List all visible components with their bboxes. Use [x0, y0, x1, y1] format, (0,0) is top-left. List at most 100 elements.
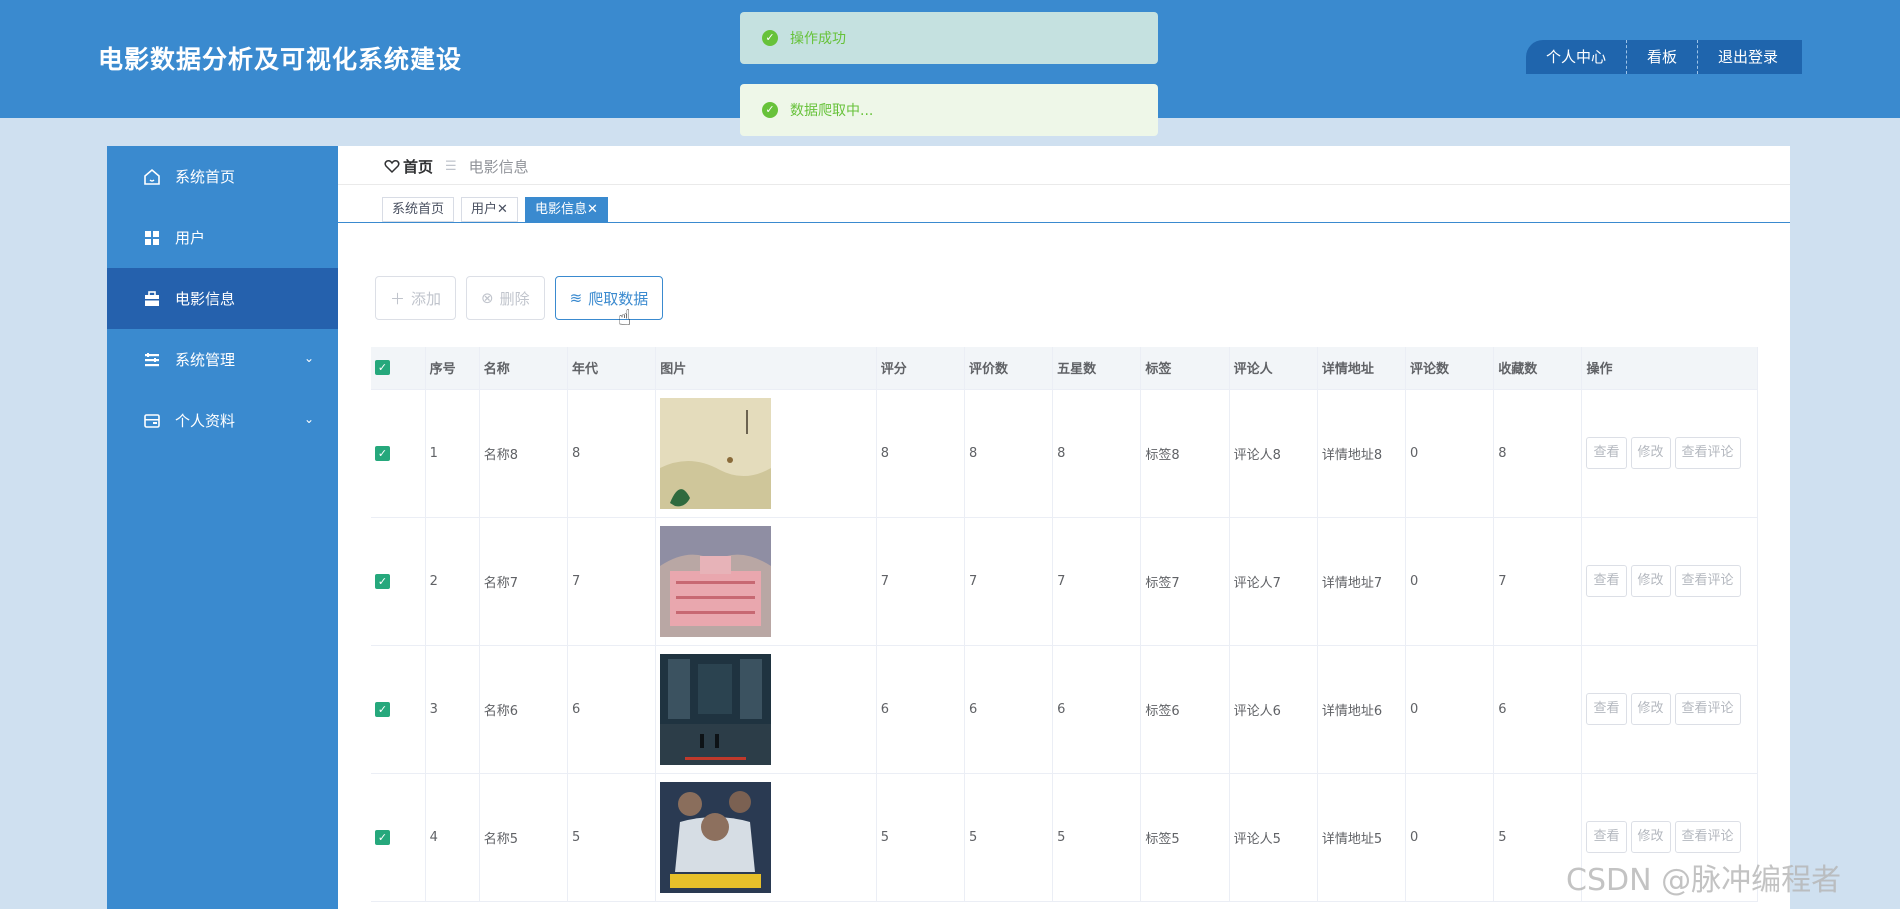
cell-actions: 查看 修改 查看评论	[1581, 389, 1758, 518]
toast-loading: ✓ 数据爬取中...	[740, 84, 1158, 136]
sidebar-item-label: 电影信息	[175, 290, 236, 308]
column-header: 名称	[479, 347, 568, 390]
table-row: ✓ 4 名称5 5 5 5 5 标签5 评论人5 详情地址5 0 5 查看 修改…	[371, 773, 1758, 902]
cell-comments: 0	[1405, 773, 1495, 902]
row-checkbox[interactable]: ✓	[375, 445, 390, 461]
delete-button[interactable]: ⊗ 删除	[466, 276, 545, 320]
table-row: ✓ 1 名称8 8 8 8 8 标签8 评论人8 详情地址8 0 8 查看 修改…	[371, 389, 1758, 518]
hand-cursor-icon: ☝	[618, 306, 632, 331]
crawl-data-button[interactable]: ≋ 爬取数据	[554, 276, 664, 320]
sidebar-item-users[interactable]: 用户	[107, 207, 338, 268]
view-button[interactable]: 查看	[1586, 437, 1627, 469]
table-row: ✓ 2 名称7 7 7 7 7 标签7 评论人7 详情地址7 0 7 查看 修改…	[371, 517, 1758, 646]
row-checkbox[interactable]: ✓	[375, 701, 390, 717]
tab-bar: 系统首页 用户✕ 电影信息✕	[382, 197, 608, 222]
close-icon[interactable]: ✕	[497, 202, 508, 217]
cell-reviewer: 评论人6	[1229, 645, 1318, 774]
edit-button[interactable]: 修改	[1630, 821, 1671, 853]
cell-reviewer: 评论人5	[1229, 773, 1318, 902]
nav-profile-button[interactable]: 个人中心	[1526, 40, 1628, 74]
tab-label: 系统首页	[392, 202, 445, 217]
page-background	[1790, 222, 1900, 909]
cell-tag: 标签8	[1140, 389, 1230, 518]
cell-actions: 查看 修改 查看评论	[1581, 645, 1758, 774]
sidebar: 系统首页 用户 电影信息 系统管理 ⌄ 个人资料 ⌄	[107, 146, 338, 909]
heart-icon	[384, 160, 400, 174]
column-header: 标签	[1140, 347, 1230, 390]
view-comments-button[interactable]: 查看评论	[1674, 821, 1741, 853]
edit-button[interactable]: 修改	[1630, 693, 1671, 725]
cell-five-star: 8	[1052, 389, 1142, 518]
cell-name: 名称5	[479, 773, 568, 902]
edit-button[interactable]: 修改	[1630, 565, 1671, 597]
view-comments-button[interactable]: 查看评论	[1674, 565, 1741, 597]
tab-home[interactable]: 系统首页	[382, 197, 455, 222]
check-circle-icon: ✓	[762, 30, 778, 46]
cell-poster	[655, 645, 877, 774]
view-button[interactable]: 查看	[1586, 693, 1627, 725]
cell-score: 7	[876, 517, 965, 646]
breadcrumb-home[interactable]: 首页	[384, 156, 433, 177]
edit-button[interactable]: 修改	[1630, 437, 1671, 469]
column-header: 五星数	[1052, 347, 1142, 390]
sidebar-item-system[interactable]: 系统管理 ⌄	[107, 329, 338, 390]
row-checkbox-cell[interactable]: ✓	[371, 645, 426, 774]
movie-poster-image	[660, 781, 772, 893]
close-icon[interactable]: ✕	[587, 202, 598, 217]
briefcase-icon	[141, 288, 163, 310]
cell-tag: 标签7	[1140, 517, 1230, 646]
cell-five-star: 7	[1052, 517, 1142, 646]
sidebar-item-label: 个人资料	[175, 412, 236, 430]
tab-movies[interactable]: 电影信息✕	[524, 197, 608, 222]
row-checkbox[interactable]: ✓	[375, 573, 390, 589]
cell-year: 8	[567, 389, 657, 518]
chevron-down-icon: ⌄	[303, 412, 314, 426]
nav-dashboard-button[interactable]: 看板	[1627, 40, 1699, 74]
movie-poster-image	[660, 525, 772, 637]
sidebar-item-home[interactable]: 系统首页	[107, 146, 338, 207]
row-checkbox-cell[interactable]: ✓	[371, 389, 426, 518]
watermark: CSDN @脉冲编程者	[1566, 863, 1842, 898]
list-icon	[141, 349, 163, 371]
grid-icon	[141, 227, 163, 249]
select-all-checkbox[interactable]: ✓	[375, 360, 390, 376]
cell-detail-url: 详情地址7	[1317, 517, 1407, 646]
add-button[interactable]: ＋ 添加	[375, 276, 457, 320]
nav-logout-button[interactable]: 退出登录	[1698, 40, 1802, 74]
row-checkbox-cell[interactable]: ✓	[371, 517, 426, 646]
row-checkbox[interactable]: ✓	[375, 829, 390, 845]
column-header: 评论数	[1405, 347, 1495, 390]
top-nav: 个人中心 看板 退出登录	[1526, 40, 1803, 74]
cell-tag: 标签6	[1140, 645, 1230, 774]
sidebar-item-movies[interactable]: 电影信息	[107, 268, 338, 329]
column-header: 评价数	[964, 347, 1054, 390]
cell-poster	[655, 517, 877, 646]
row-checkbox-cell[interactable]: ✓	[371, 773, 426, 902]
app-title: 电影数据分析及可视化系统建设	[98, 45, 463, 74]
view-button[interactable]: 查看	[1586, 821, 1627, 853]
cell-detail-url: 详情地址6	[1317, 645, 1407, 774]
cell-index: 4	[425, 773, 480, 902]
cell-detail-url: 详情地址8	[1317, 389, 1407, 518]
cell-five-star: 5	[1052, 773, 1142, 902]
sidebar-item-label: 用户	[175, 229, 206, 247]
add-button-label: 添加	[411, 289, 442, 308]
movie-poster-image	[660, 653, 772, 765]
header-checkbox-cell[interactable]: ✓	[371, 347, 426, 390]
view-comments-button[interactable]: 查看评论	[1674, 437, 1741, 469]
sidebar-item-label: 系统管理	[175, 351, 236, 369]
check-circle-icon: ✓	[762, 102, 778, 118]
cell-name: 名称7	[479, 517, 568, 646]
cell-actions: 查看 修改 查看评论	[1581, 517, 1758, 646]
tab-users[interactable]: 用户✕	[461, 197, 518, 222]
sidebar-item-profile[interactable]: 个人资料 ⌄	[107, 390, 338, 451]
column-header: 详情地址	[1317, 347, 1407, 390]
cell-score: 8	[876, 389, 965, 518]
plus-icon: ＋	[390, 289, 406, 308]
cell-name: 名称6	[479, 645, 568, 774]
cell-poster	[655, 773, 877, 902]
view-button[interactable]: 查看	[1586, 565, 1627, 597]
tab-label: 电影信息	[534, 202, 587, 217]
view-comments-button[interactable]: 查看评论	[1674, 693, 1741, 725]
cell-reviews: 5	[964, 773, 1054, 902]
